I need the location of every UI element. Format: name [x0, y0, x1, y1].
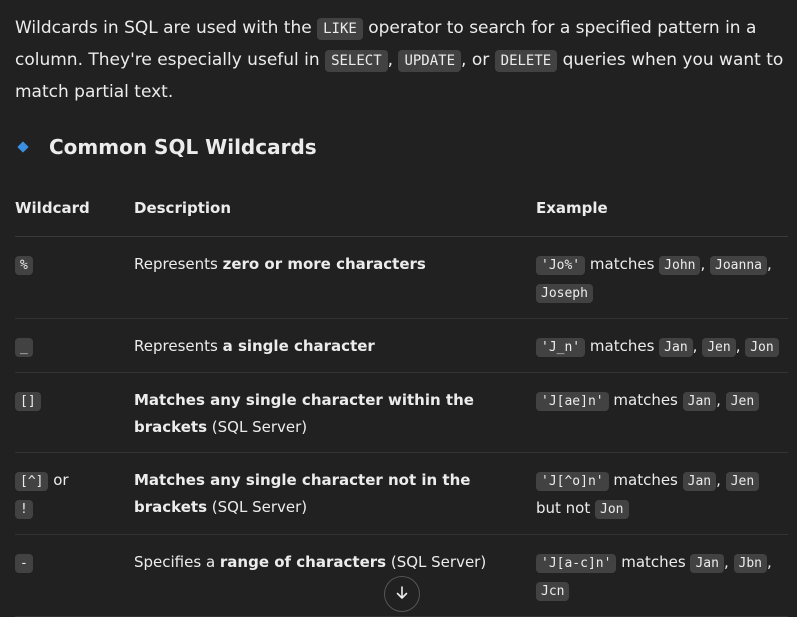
- description-text: (SQL Server): [207, 418, 308, 436]
- description-cell: Matches any single character not in the …: [134, 452, 536, 535]
- column-header-description: Description: [134, 184, 536, 237]
- wildcard-code: []: [15, 392, 41, 411]
- match-code: Jen: [702, 338, 736, 357]
- wildcard-code: !: [15, 500, 33, 519]
- code-select: SELECT: [325, 50, 388, 72]
- scroll-to-bottom-button[interactable]: [384, 576, 420, 612]
- table-header-row: Wildcard Description Example: [15, 184, 788, 237]
- or-text: or: [48, 471, 69, 489]
- description-bold: a single character: [222, 337, 375, 355]
- pattern-code: 'J[^o]n': [536, 472, 609, 491]
- match-code: Jon: [745, 338, 779, 357]
- pattern-code: 'J[ae]n': [536, 392, 609, 411]
- blue-diamond-icon: [17, 141, 41, 153]
- description-text: Represents: [134, 255, 223, 273]
- match-code: Jan: [682, 472, 717, 491]
- example-cell: 'J[ae]n' matches Jan, Jen: [536, 372, 788, 453]
- wildcard-code: %: [15, 256, 33, 275]
- match-code: Jan: [682, 392, 717, 411]
- intro-text: Wildcards in SQL are used with the: [15, 18, 318, 38]
- code-delete: DELETE: [494, 50, 558, 72]
- match-code: Jbn: [733, 554, 767, 573]
- wildcard-code: [^]: [15, 472, 49, 491]
- description-bold: range of characters: [219, 553, 387, 571]
- code-like: LIKE: [317, 18, 363, 40]
- description-cell: Matches any single character within the …: [134, 372, 536, 453]
- description-text: (SQL Server): [207, 498, 308, 516]
- message-content: Wildcards in SQL are used with the LIKE …: [15, 0, 788, 617]
- description-bold: zero or more characters: [222, 255, 426, 273]
- column-header-example: Example: [536, 184, 788, 237]
- pattern-code: 'Jo%': [536, 256, 586, 275]
- intro-text: ,: [387, 50, 399, 70]
- example-text: matches: [585, 337, 660, 355]
- match-code: Joanna: [710, 256, 767, 275]
- wildcard-cell: %: [15, 236, 134, 319]
- example-text: matches: [608, 471, 683, 489]
- match-code: John: [659, 256, 701, 275]
- description-cell: Specifies a range of characters (SQL Ser…: [134, 534, 536, 617]
- code-update: UPDATE: [398, 50, 462, 72]
- table-row: _ Represents a single character 'J_n' ma…: [15, 318, 788, 373]
- column-header-wildcard: Wildcard: [15, 184, 134, 237]
- description-text: Represents: [134, 337, 223, 355]
- description-cell: Represents a single character: [134, 318, 536, 373]
- pattern-code: 'J_n': [536, 338, 586, 357]
- example-cell: 'J_n' matches Jan, Jen, Jon: [536, 318, 788, 373]
- intro-paragraph: Wildcards in SQL are used with the LIKE …: [15, 13, 788, 108]
- match-code: Jan: [659, 338, 693, 357]
- wildcard-cell: [^] or !: [15, 452, 134, 535]
- section-heading: Common SQL Wildcards: [15, 131, 788, 163]
- arrow-down-icon: [396, 586, 408, 599]
- example-text: matches: [608, 391, 683, 409]
- wildcard-cell: -: [15, 534, 134, 617]
- match-code: Joseph: [536, 284, 593, 303]
- match-code: Jen: [725, 472, 760, 491]
- example-cell: 'Jo%' matches John, Joanna, Joseph: [536, 236, 788, 319]
- pattern-code: 'J[a-c]n': [536, 554, 617, 573]
- wildcard-cell: []: [15, 372, 134, 453]
- table-row: [] Matches any single character within t…: [15, 372, 788, 453]
- match-code: Jcn: [536, 582, 570, 601]
- example-text: matches: [616, 553, 691, 571]
- match-code: Jon: [595, 500, 629, 519]
- intro-text: , or: [461, 50, 495, 70]
- table-row: [^] or ! Matches any single character no…: [15, 452, 788, 535]
- heading-title: Common SQL Wildcards: [49, 135, 317, 159]
- description-text: Specifies a: [134, 553, 220, 571]
- description-text: (SQL Server): [386, 553, 487, 571]
- wildcard-code: -: [15, 554, 33, 573]
- example-cell: 'J[^o]n' matches Jan, Jen but not Jon: [536, 452, 788, 535]
- example-text: but not: [536, 499, 596, 517]
- example-text: matches: [585, 255, 660, 273]
- wildcard-cell: _: [15, 318, 134, 373]
- wildcards-table: Wildcard Description Example % Represent…: [15, 184, 788, 617]
- match-code: Jan: [690, 554, 724, 573]
- table-row: % Represents zero or more characters 'Jo…: [15, 236, 788, 319]
- example-cell: 'J[a-c]n' matches Jan, Jbn, Jcn: [536, 534, 788, 617]
- description-cell: Represents zero or more characters: [134, 236, 536, 319]
- match-code: Jen: [725, 392, 760, 411]
- wildcard-code: _: [15, 338, 33, 357]
